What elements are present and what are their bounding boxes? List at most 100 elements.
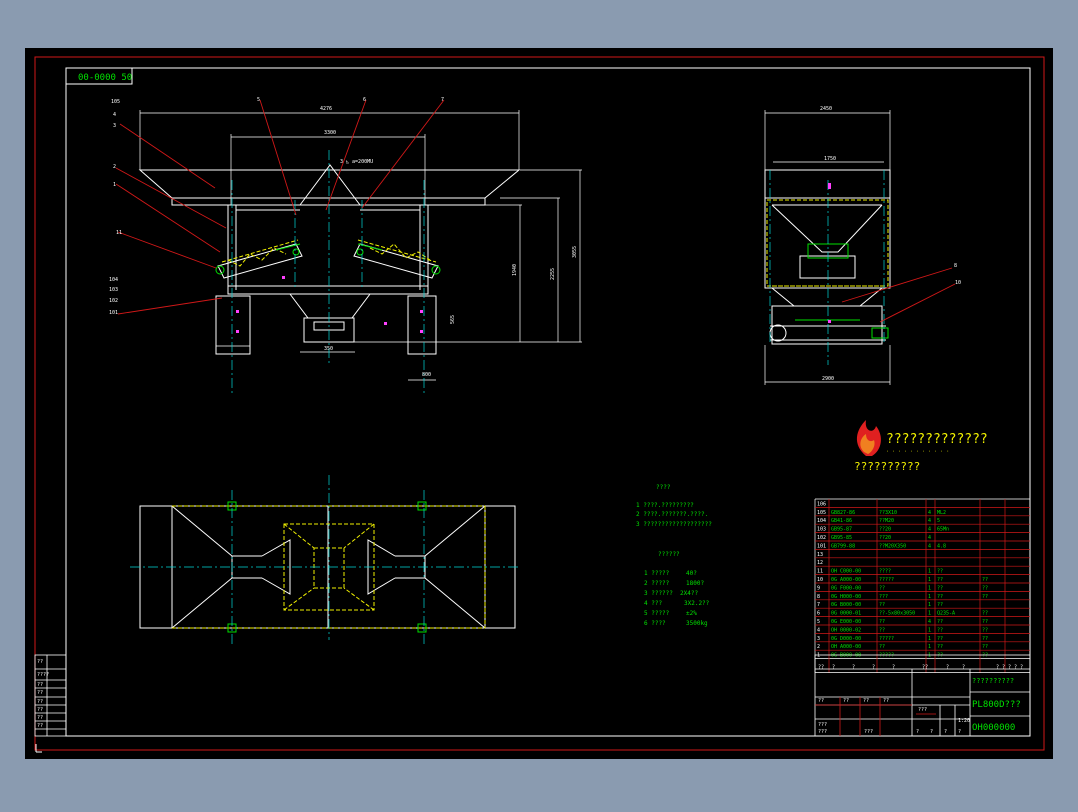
bom-cell: ??: [937, 594, 943, 600]
bom-header-cell: ?: [962, 665, 965, 671]
bom-cell: 102: [817, 535, 826, 541]
bom-cell: Q235-A: [937, 611, 955, 617]
revision-label: ??: [37, 682, 43, 688]
bom-cell: ?????: [879, 636, 894, 642]
bom-cell: 0G 0000-01: [831, 611, 861, 617]
bom-cell: ??: [982, 619, 988, 625]
bom-cell: ML2: [937, 510, 946, 516]
leader-label: 3: [113, 123, 116, 129]
bom-cell: 1: [928, 644, 931, 650]
requirements-title: ????: [656, 484, 671, 491]
leader-label: 102: [109, 298, 118, 304]
bom-cell: 0G B000-00: [831, 602, 861, 608]
param-value: 3X2.2??: [684, 600, 710, 607]
params-title: ??????: [658, 551, 680, 558]
svg-text:350: 350: [324, 346, 333, 352]
bom-cell: ??M20: [879, 518, 894, 524]
leader-label: 2: [113, 164, 116, 170]
bom-cell: 0G A000-00: [831, 577, 861, 583]
leader-label: 10: [955, 280, 961, 286]
drawing-number-text: 00-0000 50: [78, 73, 132, 83]
title-label: ?: [916, 729, 919, 735]
bom-cell: ??: [937, 644, 943, 650]
bom-cell: ??: [937, 619, 943, 625]
revision-label: ??: [37, 707, 43, 713]
param-label: 1 ?????: [644, 570, 670, 577]
bom-cell: OH C000-00: [831, 569, 861, 575]
title-label: ???: [918, 707, 927, 713]
drawing-code: OH000000: [972, 723, 1015, 733]
bom-cell: ??: [937, 577, 943, 583]
leader-label: 104: [109, 277, 118, 283]
svg-text:3300: 3300: [324, 130, 336, 136]
bom-header-cell: ?: [872, 665, 875, 671]
bom-cell: 1: [817, 653, 820, 659]
bom-cell: 2: [817, 644, 820, 650]
leader-label: 1: [113, 182, 116, 188]
bom-cell: 5: [937, 518, 940, 524]
bom-cell: 12: [817, 560, 823, 566]
bom-row: 13: [817, 552, 823, 558]
bom-cell: ??20: [879, 527, 891, 533]
revision-label: ??: [37, 659, 43, 665]
bom-header-cell: ?: [946, 665, 949, 671]
bom-cell: ??: [982, 585, 988, 591]
leader-label: 105: [111, 99, 120, 105]
weld-note: 3 ◺ a=200MU: [340, 159, 373, 165]
param-label: 2 ?????: [644, 580, 670, 587]
bom-cell: 11: [817, 569, 823, 575]
bom-cell: ??: [937, 653, 943, 659]
bom-cell: ??: [937, 602, 943, 608]
bom-cell: ??: [982, 611, 988, 617]
bom-header-cell: ?: [832, 665, 835, 671]
bom-cell: 4: [928, 619, 931, 625]
bom-cell: ??: [982, 594, 988, 600]
leader-label: 8: [954, 263, 957, 269]
cad-viewport[interactable]: 00-0000 50 4276 3300 800 350 3055 2255 1…: [0, 0, 1078, 808]
bom-cell: ????: [879, 569, 891, 575]
bom-cell: ??: [937, 627, 943, 633]
bom-cell: 8: [817, 594, 820, 600]
bom-cell: 4.8: [937, 543, 946, 549]
revision-label: ??: [37, 715, 43, 721]
requirement-item: 1 ????.?????????: [636, 502, 694, 509]
model-space-canvas: [25, 48, 1053, 759]
svg-text:4276: 4276: [320, 106, 332, 112]
title-label: ?: [944, 729, 947, 735]
bom-cell: ??: [879, 585, 885, 591]
param-value: 40?: [686, 570, 697, 577]
bom-header-cell: ? ? ?: [996, 665, 1011, 671]
bom-cell: 1: [928, 636, 931, 642]
bom-cell: 1: [928, 569, 931, 575]
bom-cell: 1: [928, 594, 931, 600]
svg-text:3055: 3055: [572, 246, 578, 258]
svg-text:2900: 2900: [822, 376, 834, 382]
bom-cell: ??3X10: [879, 510, 897, 516]
bom-cell: 9: [817, 585, 820, 591]
bom-cell: GB95-87: [831, 527, 852, 533]
company-name: ??????????: [972, 677, 1014, 685]
title-label: ??: [818, 698, 824, 704]
leader-label: 4: [113, 112, 116, 118]
bom-cell: ??: [937, 585, 943, 591]
bom-cell: GB827-86: [831, 510, 855, 516]
cad-drawing[interactable]: 00-0000 50 4276 3300 800 350 3055 2255 1…: [0, 0, 1078, 808]
bom-row: 106: [817, 501, 826, 507]
param-value: 2X4??: [680, 590, 698, 597]
leader-label: 6: [363, 97, 366, 103]
bom-cell: ??: [982, 636, 988, 642]
bom-cell: OH 0000-02: [831, 627, 861, 633]
logo-subtitle: · · · · · · · · · · ·: [886, 449, 949, 455]
param-value: ±2%: [686, 610, 697, 617]
bom-cell: ?????: [879, 577, 894, 583]
bom-header-cell: ??: [922, 665, 928, 671]
bom-cell: 6: [817, 611, 820, 617]
bom-cell: 13: [817, 552, 823, 558]
bom-cell: 0G D000-00: [831, 636, 861, 642]
logo-tagline: ??????????: [854, 460, 920, 473]
bom-cell: ??M20X350: [879, 543, 906, 549]
bom-cell: 0G F000-00: [831, 585, 861, 591]
bom-cell: 1: [928, 627, 931, 633]
param-label: 4 ???: [644, 600, 662, 607]
bom-header-cell: ? ?: [1014, 665, 1023, 671]
